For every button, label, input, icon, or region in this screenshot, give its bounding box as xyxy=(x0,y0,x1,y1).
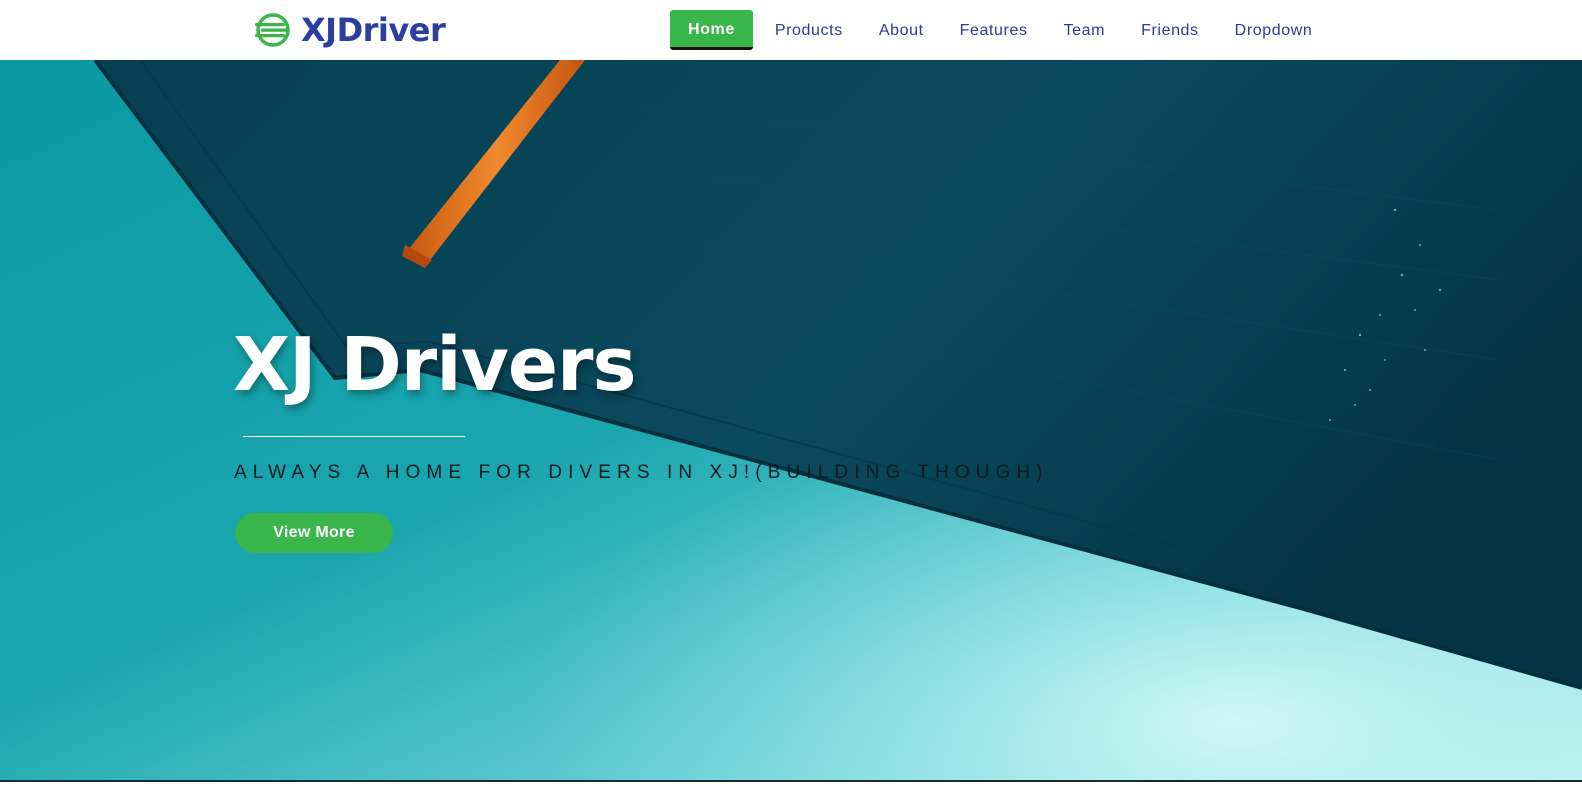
hero-section: XJ Drivers ALWAYS A HOME FOR DIVERS IN X… xyxy=(0,60,1582,780)
view-more-button[interactable]: View More xyxy=(235,513,393,553)
page: XJDriver Home Products About Features Te… xyxy=(0,0,1582,790)
brand-link[interactable]: XJDriver xyxy=(253,9,446,51)
nav-products[interactable]: Products xyxy=(757,11,861,49)
navbar: XJDriver Home Products About Features Te… xyxy=(0,0,1582,60)
hero-divider xyxy=(243,436,465,437)
striped-circle-logo-icon xyxy=(255,13,290,47)
nav-features[interactable]: Features xyxy=(942,11,1046,49)
brand-name: XJDriver xyxy=(301,11,446,49)
main-nav: Home Products About Features Team Friend… xyxy=(670,10,1330,50)
hero-title: XJ Drivers xyxy=(233,322,637,408)
nav-about[interactable]: About xyxy=(861,11,942,49)
nav-friends[interactable]: Friends xyxy=(1123,11,1217,49)
nav-home[interactable]: Home xyxy=(670,10,753,50)
umbrella-background-image xyxy=(0,60,1582,780)
nav-team[interactable]: Team xyxy=(1046,11,1124,49)
nav-dropdown[interactable]: Dropdown xyxy=(1217,11,1331,49)
hero-subtitle: ALWAYS A HOME FOR DIVERS IN XJ!(BUILDING… xyxy=(234,462,1049,483)
page-bottom-edge xyxy=(0,780,1582,790)
